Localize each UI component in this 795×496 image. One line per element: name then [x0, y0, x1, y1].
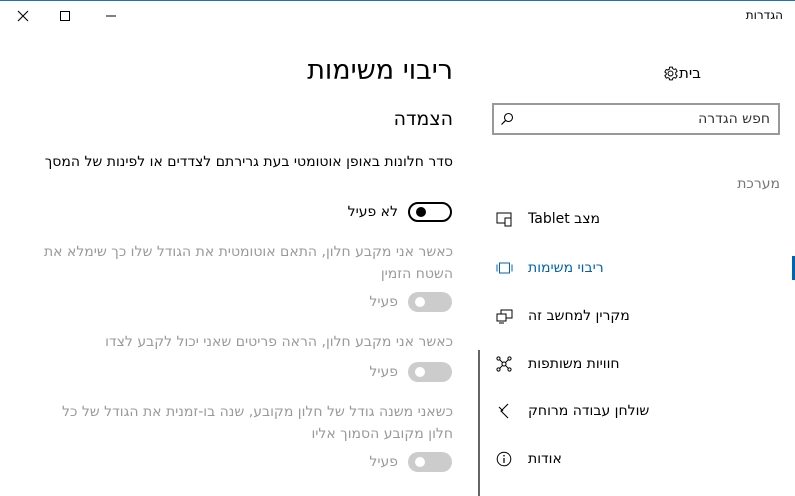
search-icon[interactable]: [494, 105, 520, 133]
sidebar-item-multitasking[interactable]: ריבוי משימות: [495, 246, 795, 290]
setting-description-auto-size: כאשר אני מקבע חלון, התאם אוטומטית את הגו…: [43, 244, 453, 282]
toggle-state-label: פעיל: [369, 454, 398, 470]
resize-adjacent-toggle[interactable]: [408, 452, 452, 472]
show-snap-items-toggle[interactable]: [408, 362, 452, 382]
toggle-knob: [415, 297, 425, 307]
sidebar-item-label: חוויות משותפות: [528, 356, 620, 372]
toggle-state-label: פעיל: [369, 364, 398, 380]
snap-group-title: הצמדה: [393, 108, 453, 130]
setting-description-resize-adjacent: כשאני משנה גודל של חלון מקובע, שנה בו-זמ…: [62, 404, 453, 442]
sidebar-item-label: מקרין למחשב זה: [528, 308, 630, 324]
sidebar-item-projecting[interactable]: מקרין למחשב זה: [495, 294, 795, 338]
toggle-row-resize-adjacent: פעיל: [369, 451, 452, 473]
info-icon: [495, 450, 513, 468]
arrange-windows-toggle[interactable]: [408, 202, 452, 222]
setting-description-arrange-windows: סדר חלונות באופן אוטומטי בעת גרירתם לצדד…: [44, 154, 453, 170]
search-box[interactable]: [492, 103, 780, 135]
sidebar-item-label: שולחן עבודה מרוחק: [528, 403, 650, 419]
search-input[interactable]: [520, 105, 778, 133]
sidebar-item-label: ריבוי משימות: [528, 260, 604, 276]
scrollbar[interactable]: [478, 350, 480, 496]
nav-home[interactable]: בית: [661, 61, 781, 85]
toggle-state-label: לא פעיל: [347, 204, 398, 220]
toggle-knob: [415, 457, 425, 467]
shared-experiences-icon: [495, 355, 513, 373]
toggle-row-show-snap-items: פעיל: [369, 361, 452, 383]
main-content: ריבוי משימות הצמדה סדר חלונות באופן אוטו…: [0, 0, 455, 496]
projecting-icon: [495, 307, 513, 325]
toggle-state-label: פעיל: [369, 294, 398, 310]
remote-desktop-icon: [495, 402, 513, 420]
toggle-knob: [416, 207, 426, 217]
sidebar-item-tablet-mode[interactable]: מצב Tablet: [495, 197, 795, 241]
window-title: הגדרות: [745, 8, 783, 22]
setting-description-show-snap-items: כאשר אני מקבע חלון, הראה פריטים שאני יכו…: [105, 334, 453, 350]
sidebar-item-about[interactable]: אודות: [495, 437, 795, 481]
multitasking-icon: [495, 259, 513, 277]
nav-section-header: מערכת: [737, 176, 780, 192]
tablet-mode-icon: [495, 210, 513, 228]
auto-size-toggle[interactable]: [408, 292, 452, 312]
page-title: ריבוי משימות: [307, 55, 453, 86]
sidebar-item-shared-experiences[interactable]: חוויות משותפות: [495, 342, 795, 386]
sidebar-item-remote-desktop[interactable]: שולחן עבודה מרוחק: [495, 389, 795, 433]
gear-icon: [661, 64, 679, 82]
toggle-knob: [415, 367, 425, 377]
toggle-row-auto-size: פעיל: [369, 291, 452, 313]
sidebar-item-label: אודות: [528, 451, 562, 467]
nav-home-label: בית: [679, 64, 701, 82]
sidebar-item-label: מצב Tablet: [528, 211, 601, 227]
toggle-row-arrange-windows: לא פעיל: [348, 201, 452, 223]
